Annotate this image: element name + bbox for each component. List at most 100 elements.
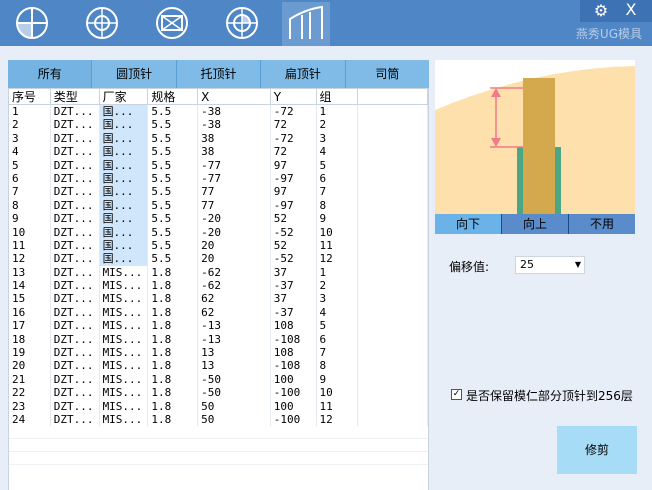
table-cell: DZT... <box>51 145 100 159</box>
table-cell-spacer <box>358 265 428 280</box>
all-ejector-icon[interactable] <box>14 5 50 41</box>
table-cell: 7 <box>9 185 51 199</box>
table-row[interactable]: 4 DZT... 国... 5.5 38 72 4 <box>9 145 428 159</box>
table-cell: -13 <box>198 332 271 347</box>
table-row[interactable]: 8 DZT... 国... 5.5 77 -97 8 <box>9 198 428 213</box>
table-row[interactable]: 15 DZT... MIS... 1.8 62 37 3 <box>9 292 428 306</box>
table-row[interactable]: 14 DZT... MIS... 1.8 -62 -37 2 <box>9 279 428 293</box>
table-cell-spacer <box>358 279 428 293</box>
table-row[interactable]: 10 DZT... 国... 5.5 -20 -52 10 <box>9 225 428 239</box>
table-cell: -52 <box>271 225 317 239</box>
table-cell: 19 <box>9 346 51 360</box>
table-cell: -72 <box>271 131 317 146</box>
table-cell-spacer <box>358 131 428 146</box>
tab-flat-ejector[interactable]: 扁顶针 <box>261 60 346 88</box>
table-row[interactable]: 6 DZT... 国... 5.5 -77 -97 6 <box>9 171 428 186</box>
direction-none-button[interactable]: 不用 <box>569 214 635 234</box>
table-row[interactable]: 21 DZT... MIS... 1.8 -50 100 9 <box>9 372 428 387</box>
table-row[interactable]: 1 DZT... 国... 5.5 -38 -72 1 <box>9 105 428 119</box>
table-cell: DZT... <box>51 131 100 146</box>
round-ejector-icon[interactable] <box>84 5 120 41</box>
table-cell: 1.8 <box>148 319 199 333</box>
table-row[interactable]: 22 DZT... MIS... 1.8 -50 -100 10 <box>9 386 428 400</box>
column-header-spacer <box>358 89 428 104</box>
table-cell: 77 <box>198 185 271 199</box>
table-row[interactable]: 2 DZT... 国... 5.5 -38 72 2 <box>9 118 428 132</box>
table-cell: DZT... <box>51 265 100 280</box>
tab-all[interactable]: 所有 <box>8 60 93 88</box>
table-cell: 8 <box>317 359 359 373</box>
direction-up-button[interactable]: 向上 <box>502 214 569 234</box>
sleeve-ejector-icon[interactable] <box>288 5 324 41</box>
table-row[interactable]: 18 DZT... MIS... 1.8 -13 -108 6 <box>9 332 428 347</box>
offset-dropdown[interactable]: 25 ▼ <box>515 256 585 274</box>
table-cell: 国... <box>99 171 149 186</box>
column-header-spec[interactable]: 规格 <box>148 89 199 104</box>
table-row[interactable]: 7 DZT... 国... 5.5 77 97 7 <box>9 185 428 199</box>
table-cell: 1.8 <box>148 346 199 360</box>
direction-down-button[interactable]: 向下 <box>435 214 502 234</box>
table-cell: 52 <box>271 212 317 226</box>
column-header-group[interactable]: 组 <box>317 89 359 104</box>
table-row[interactable]: 11 DZT... 国... 5.5 20 52 11 <box>9 238 428 253</box>
tab-round-ejector[interactable]: 圆顶针 <box>92 60 177 88</box>
table-row[interactable]: 20 DZT... MIS... 1.8 13 -108 8 <box>9 359 428 373</box>
chevron-down-icon[interactable]: ▼ <box>575 257 581 273</box>
table-cell: DZT... <box>51 412 100 427</box>
keep-core-checkbox[interactable]: ✓ <box>451 389 462 400</box>
tab-sleeve[interactable]: 司筒 <box>345 60 430 88</box>
column-header-vendor[interactable]: 厂家 <box>100 89 149 104</box>
tab-stepped-ejector[interactable]: 托顶针 <box>176 60 262 88</box>
table-cell: DZT... <box>51 332 100 347</box>
table-cell: 11 <box>317 238 359 253</box>
table-cell-spacer <box>358 238 428 253</box>
table-cell: 3 <box>317 292 359 306</box>
close-icon[interactable]: X <box>622 1 640 19</box>
table-cell: 5.5 <box>148 145 199 159</box>
table-row[interactable]: 5 DZT... 国... 5.5 -77 97 5 <box>9 158 428 172</box>
table-row[interactable]: 13 DZT... MIS... 1.8 -62 37 1 <box>9 265 428 280</box>
gear-icon[interactable]: ⚙ <box>592 2 610 20</box>
table-row[interactable]: 17 DZT... MIS... 1.8 -13 108 5 <box>9 319 428 333</box>
table-cell: 国... <box>99 225 149 239</box>
blade-ejector-icon[interactable] <box>154 5 190 41</box>
table-cell: 6 <box>9 171 51 186</box>
column-header-x[interactable]: X <box>198 89 271 104</box>
table-cell: 5 <box>317 158 359 172</box>
table-cell: 8 <box>317 198 359 213</box>
table-cell: -62 <box>198 279 271 293</box>
table-cell-spacer <box>358 158 428 172</box>
column-header-type[interactable]: 类型 <box>51 89 100 104</box>
table-body: 1 DZT... 国... 5.5 -38 -72 1 2 DZT... 国... 5.5 -38 72… <box>9 105 428 466</box>
table-row[interactable]: 9 DZT... 国... 5.5 -20 52 9 <box>9 212 428 226</box>
table-cell: 1.8 <box>148 332 199 347</box>
table-cell: DZT... <box>51 118 100 132</box>
offset-label: 偏移值: <box>449 260 490 274</box>
table-row[interactable]: 12 DZT... 国... 5.5 20 -52 12 <box>9 252 428 266</box>
table-cell: -62 <box>198 265 271 280</box>
table-cell: DZT... <box>51 185 100 199</box>
table-cell: 国... <box>99 238 149 253</box>
table-cell: 1.8 <box>148 265 199 280</box>
table-row[interactable]: 3 DZT... 国... 5.5 38 -72 3 <box>9 131 428 146</box>
table-cell-spacer <box>358 118 428 132</box>
table-row[interactable]: 24 DZT... MIS... 1.8 50 -100 12 <box>9 412 428 427</box>
table-cell: 2 <box>317 279 359 293</box>
table-cell: 17 <box>9 319 51 333</box>
table-cell: -52 <box>271 252 317 266</box>
empty-row <box>9 452 428 466</box>
table-cell: MIS... <box>100 372 149 387</box>
table-cell: 2 <box>9 118 51 132</box>
flat-ejector-icon[interactable] <box>224 5 260 41</box>
table-cell: 12 <box>9 252 51 266</box>
table-row[interactable]: 19 DZT... MIS... 1.8 13 108 7 <box>9 346 428 360</box>
table-row[interactable]: 23 DZT... MIS... 1.8 50 100 11 <box>9 399 428 413</box>
column-header-y[interactable]: Y <box>271 89 317 104</box>
trim-button[interactable]: 修剪 <box>557 426 637 474</box>
ejector-table[interactable]: 序号 类型 厂家 规格 X Y 组 1 DZT... 国... 5.5 -38 -72 1 2… <box>8 88 429 490</box>
table-row[interactable]: 16 DZT... MIS... 1.8 62 -37 4 <box>9 305 428 320</box>
offset-value: 25 <box>520 258 534 271</box>
table-cell: 6 <box>317 332 359 347</box>
table-cell: 22 <box>9 386 51 400</box>
column-header-index[interactable]: 序号 <box>9 89 51 104</box>
